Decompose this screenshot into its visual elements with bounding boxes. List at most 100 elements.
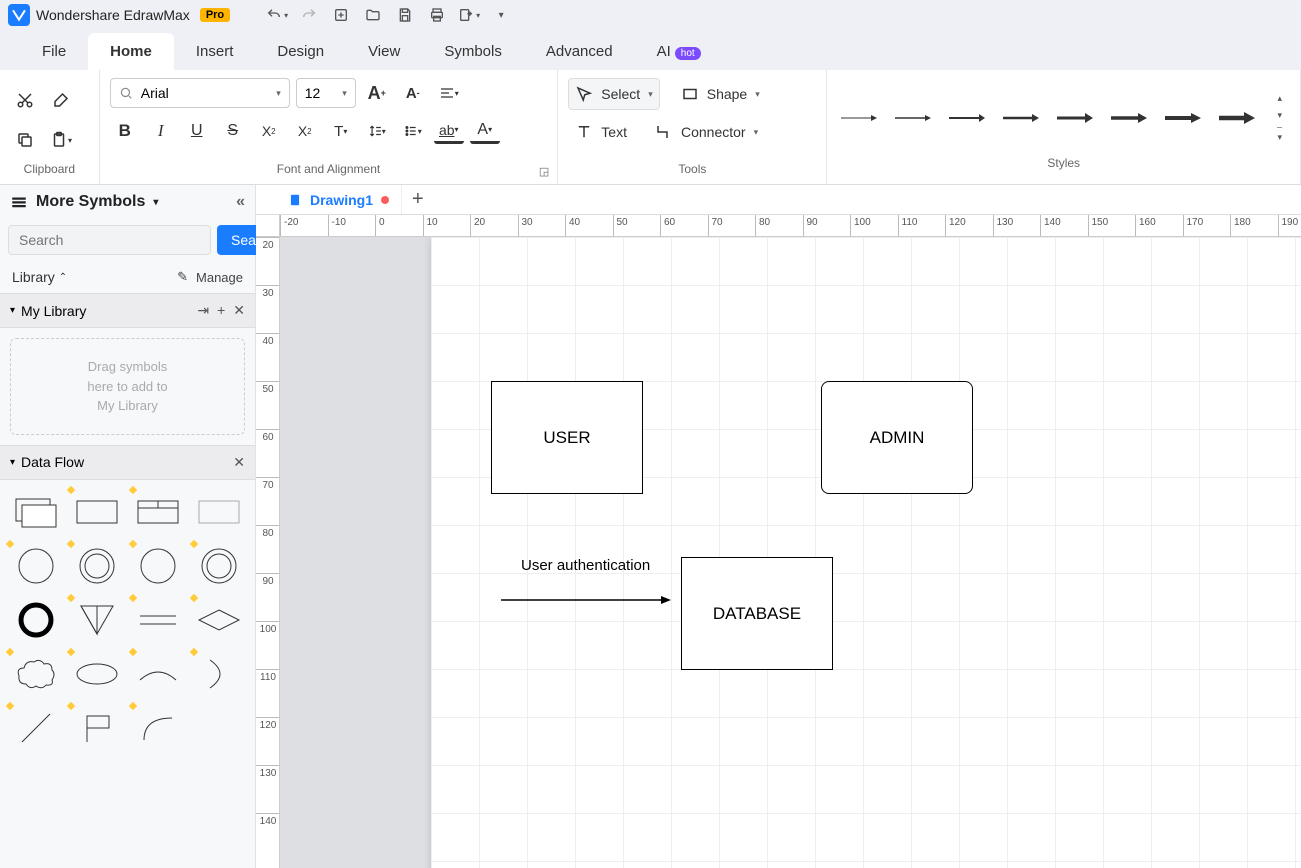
import-icon[interactable]: ⇥ [197,302,209,319]
symbol-arc-right[interactable] [194,652,245,696]
qat-more-button[interactable]: ▾ [490,4,512,26]
menu-file[interactable]: File [20,33,88,70]
menu-home[interactable]: Home [88,33,174,70]
workspace: More Symbols ▾ « Search Library ⌃ ✎ Mana… [0,185,1301,868]
line-style-4[interactable] [1003,108,1039,128]
undo-button[interactable]: ▾ [266,4,288,26]
text-tool[interactable]: Text [568,116,634,148]
collapse-sidebar-button[interactable]: « [236,193,245,211]
canvas-page[interactable]: USER ADMIN DATABASE User authentication [431,237,1301,868]
connector-tool[interactable]: Connector▾ [648,116,765,148]
open-button[interactable] [362,4,384,26]
menu-ai[interactable]: AIhot [635,33,723,70]
font-color-button[interactable]: A▾ [470,118,500,144]
symbol-arc-down[interactable] [133,652,184,696]
paste-button[interactable]: ▾ [46,125,76,155]
tab-drawing1[interactable]: Drawing1 [276,185,402,214]
symbol-line[interactable] [10,706,61,750]
line-spacing-button[interactable]: ▾ [362,116,392,146]
symbol-ellipse[interactable] [71,652,122,696]
new-button[interactable] [330,4,352,26]
menu-design[interactable]: Design [255,33,346,70]
symbol-diamond[interactable] [194,598,245,642]
data-flow-section[interactable]: ▾ Data Flow ✕ [0,445,255,480]
menu-insert[interactable]: Insert [174,33,256,70]
line-style-6[interactable] [1111,108,1147,128]
line-style-7[interactable] [1165,108,1201,128]
symbol-curve[interactable] [133,706,184,750]
library-label: Library [12,269,55,285]
subscript-button[interactable]: X2 [290,116,320,146]
styles-scroll[interactable]: ▴▾▾ [1273,93,1286,143]
font-size-select[interactable]: 12▾ [296,78,356,108]
text-case-button[interactable]: T▾ [326,116,356,146]
line-style-3[interactable] [949,108,985,128]
pro-badge: Pro [200,8,230,22]
symbol-boldcircle[interactable] [10,598,61,642]
format-painter-button[interactable] [46,85,76,115]
ruler-corner [256,215,280,237]
bullets-button[interactable]: ▾ [398,116,428,146]
bold-button[interactable]: B [110,116,140,146]
ribbon: ▾ Clipboard Arial▾ 12▾ A+ A- ▾ B I U S [0,70,1301,185]
export-button[interactable]: ▾ [458,4,480,26]
symbol-table[interactable] [133,490,184,534]
select-tool[interactable]: Select▾ [568,78,659,110]
symbol-circle2[interactable] [133,544,184,588]
quick-access-toolbar: ▾ ▾ ▾ [266,4,512,26]
cut-button[interactable] [10,85,40,115]
symbol-lines[interactable] [133,598,184,642]
grow-font-button[interactable]: A+ [362,78,392,108]
unsaved-indicator [381,196,389,204]
menu-advanced[interactable]: Advanced [524,33,635,70]
ribbon-group-tools: Select▾ Shape▾ Text Connector▾ Tools [558,70,827,184]
ruler-vertical[interactable]: 2030405060708090100110120130140 [256,237,280,868]
italic-button[interactable]: I [146,116,176,146]
sidebar-header: More Symbols ▾ « [0,185,255,219]
superscript-button[interactable]: X2 [254,116,284,146]
shape-user[interactable]: USER [491,381,643,494]
redo-button[interactable] [298,4,320,26]
highlight-button[interactable]: ab▾ [434,118,464,144]
align-button[interactable]: ▾ [434,78,464,108]
line-style-5[interactable] [1057,108,1093,128]
my-library-section[interactable]: ▾ My Library ⇥ + ✕ [0,293,255,328]
symbol-circle[interactable] [10,544,61,588]
arrow-connector[interactable] [501,595,671,605]
line-style-2[interactable] [895,108,931,128]
symbol-pages[interactable] [10,490,61,534]
arrow-label[interactable]: User authentication [521,557,650,574]
manage-button[interactable]: ✎ Manage [177,269,243,285]
shrink-font-button[interactable]: A- [398,78,428,108]
symbol-triangle[interactable] [71,598,122,642]
library-icon [10,193,28,211]
tools-label: Tools [568,162,816,180]
symbol-flag[interactable] [71,706,122,750]
symbol-dblcircle2[interactable] [194,544,245,588]
drop-zone[interactable]: Drag symbols here to add to My Library [10,338,245,435]
font-family-select[interactable]: Arial▾ [110,78,290,108]
add-tab-button[interactable]: + [402,188,434,211]
shape-admin[interactable]: ADMIN [821,381,973,494]
close-icon[interactable]: ✕ [233,302,245,319]
ruler-horizontal[interactable]: -20-100102030405060708090100110120130140… [280,215,1301,237]
menu-view[interactable]: View [346,33,422,70]
copy-button[interactable] [10,125,40,155]
add-icon[interactable]: + [217,302,225,319]
symbol-rect2[interactable] [194,490,245,534]
symbol-rect[interactable] [71,490,122,534]
line-style-8[interactable] [1219,108,1255,128]
shape-database[interactable]: DATABASE [681,557,833,670]
shape-tool[interactable]: Shape▾ [674,78,767,110]
underline-button[interactable]: U [182,116,212,146]
symbol-cloud[interactable] [10,652,61,696]
menu-symbols[interactable]: Symbols [422,33,524,70]
search-input[interactable] [8,225,211,255]
symbol-dblcircle[interactable] [71,544,122,588]
print-button[interactable] [426,4,448,26]
line-style-1[interactable] [841,108,877,128]
save-button[interactable] [394,4,416,26]
strikethrough-button[interactable]: S [218,116,248,146]
close-icon[interactable]: ✕ [233,454,245,471]
font-launcher[interactable]: ◲ [539,165,549,178]
